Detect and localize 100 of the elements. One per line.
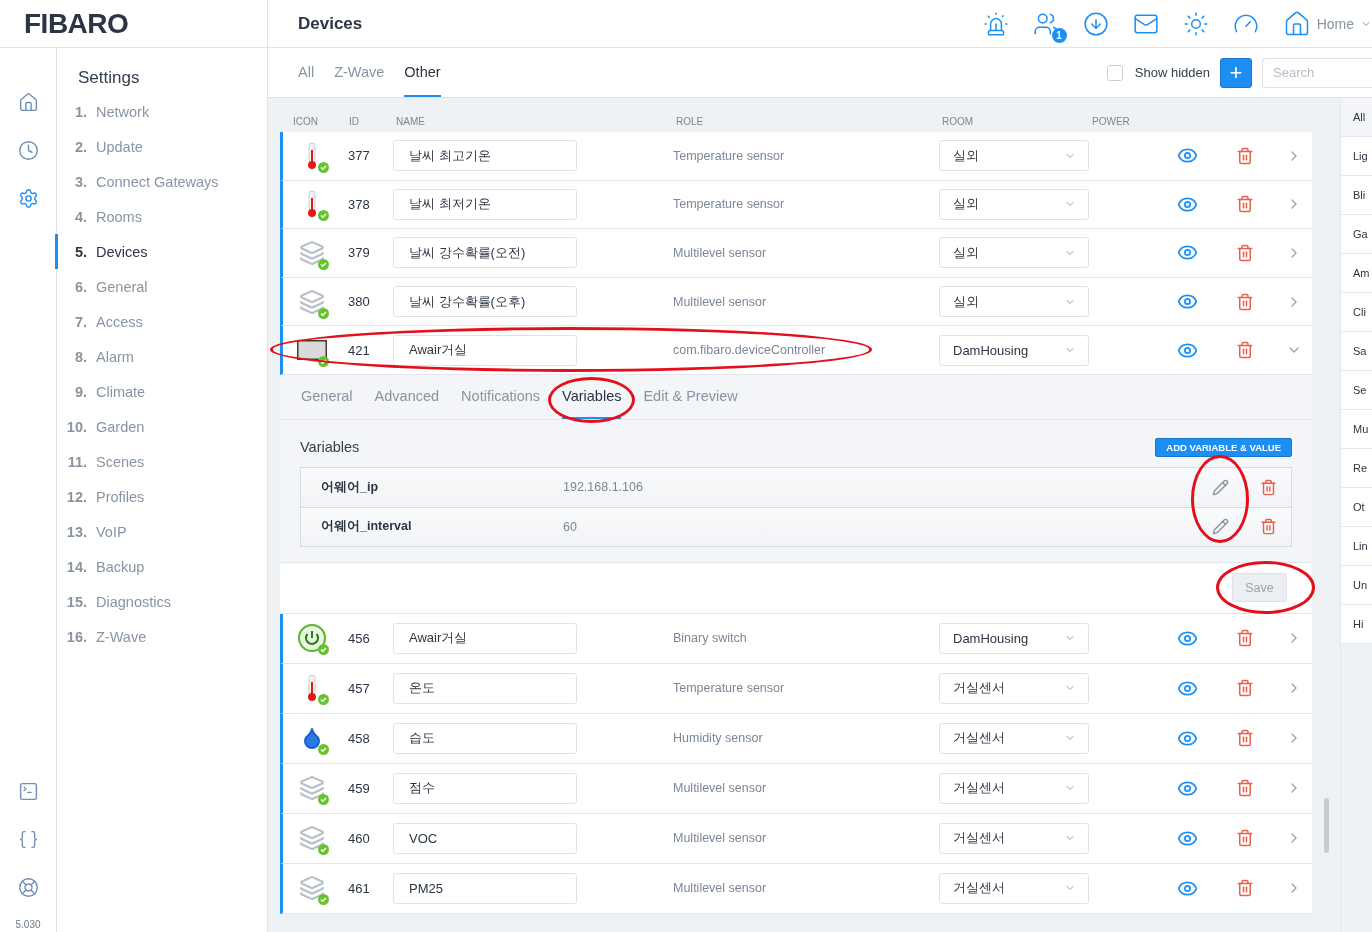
variable-value: 60 [563, 519, 578, 534]
show-hidden-checkbox[interactable] [1106, 64, 1123, 81]
name-field[interactable]: 날씨 최저기온 [393, 188, 577, 220]
layers-icon [298, 875, 325, 902]
category-item[interactable]: Re [1341, 449, 1372, 488]
delete-button[interactable] [1236, 292, 1254, 311]
room-dropdown[interactable]: 실외 [939, 140, 1089, 172]
name-field[interactable]: 점수 [393, 772, 577, 804]
category-item[interactable]: Ga [1341, 215, 1372, 254]
delete-button[interactable] [1236, 679, 1254, 698]
device-id: 380 [347, 294, 371, 310]
power-icon [297, 624, 326, 653]
check-badge-icon [317, 644, 329, 656]
layers-icon [298, 775, 325, 802]
category-item[interactable]: Se [1341, 371, 1372, 410]
category-item[interactable]: Mu [1341, 410, 1372, 449]
version-label: 5.030 [15, 919, 41, 930]
sun-icon[interactable] [1182, 10, 1209, 37]
room-dropdown[interactable]: 거실센서 [939, 722, 1089, 754]
detail-tab[interactable]: Variables [562, 374, 622, 419]
category-item[interactable]: All [1341, 98, 1372, 137]
variable-name: 어웨어_ip [321, 478, 380, 496]
category-item[interactable]: Sa [1341, 332, 1372, 371]
room-dropdown[interactable]: 거실센서 [939, 822, 1089, 854]
name-field[interactable]: 날씨 강수확률(오후) [393, 286, 577, 318]
delete-button[interactable] [1236, 779, 1254, 798]
device-role: Multilevel sensor [673, 246, 768, 260]
controller-icon [296, 340, 327, 361]
device-role: Temperature sensor [673, 148, 786, 163]
delete-button[interactable] [1236, 629, 1254, 648]
check-badge-icon [317, 161, 329, 173]
download-icon[interactable] [1082, 10, 1109, 37]
column-header: POWER [1091, 116, 1131, 127]
room-dropdown[interactable]: 실외 [939, 188, 1089, 220]
column-header: ROOM [941, 116, 975, 127]
check-badge-icon [317, 356, 329, 368]
delete-button[interactable] [1259, 518, 1277, 536]
menu-title: Settings [77, 68, 141, 88]
name-field[interactable]: 날씨 최고기온 [393, 140, 577, 172]
name-field[interactable]: VOC [393, 822, 577, 854]
name-field[interactable]: 날씨 강수확률(오전) [393, 237, 577, 269]
delete-button[interactable] [1259, 478, 1277, 496]
column-header: ROLE [675, 116, 705, 127]
delete-button[interactable] [1236, 879, 1254, 898]
category-item[interactable]: Ot [1341, 488, 1372, 527]
category-item[interactable]: Lig [1341, 137, 1372, 176]
room-dropdown[interactable]: DamHousing [939, 334, 1089, 366]
logo: FIBARO [24, 7, 129, 40]
name-field[interactable]: PM25 [393, 872, 577, 904]
name-field[interactable]: 온도 [393, 672, 577, 704]
room-dropdown[interactable]: 거실센서 [939, 672, 1089, 704]
thermometer-icon [305, 674, 318, 703]
device-role: com.fibaro.deviceController [673, 343, 827, 358]
check-badge-icon [317, 694, 329, 706]
delete-button[interactable] [1236, 829, 1254, 848]
category-item[interactable]: Am [1341, 254, 1372, 293]
check-badge-icon [317, 259, 329, 270]
device-role: Multilevel sensor [673, 831, 768, 846]
variable-name: 어웨어_interval [321, 518, 413, 536]
room-dropdown[interactable]: DamHousing [939, 622, 1089, 654]
delete-button[interactable] [1236, 195, 1254, 214]
room-dropdown[interactable]: 실외 [939, 286, 1089, 318]
category-item[interactable]: Lin [1341, 527, 1372, 566]
name-field[interactable]: Awair거실 [393, 334, 577, 366]
device-id: 461 [347, 880, 371, 896]
delete-button[interactable] [1236, 341, 1254, 360]
category-item[interactable]: Bli [1341, 176, 1372, 215]
scrollbar-thumb[interactable] [1323, 798, 1329, 853]
thermometer-icon [305, 141, 318, 170]
device-role: Binary switch [673, 631, 748, 646]
device-role: Multilevel sensor [673, 781, 768, 796]
check-badge-icon [317, 210, 329, 222]
name-field[interactable]: 습도 [393, 722, 577, 754]
device-id: 457 [347, 680, 371, 696]
category-item[interactable]: Un [1341, 566, 1372, 605]
delete-button[interactable] [1236, 146, 1254, 165]
delete-button[interactable] [1236, 244, 1254, 262]
delete-button[interactable] [1236, 729, 1254, 748]
check-badge-icon [317, 844, 329, 856]
room-dropdown[interactable]: 실외 [939, 237, 1089, 269]
name-field[interactable]: Awair거실 [393, 622, 577, 654]
category-item[interactable]: Hi [1341, 605, 1372, 644]
device-id: 377 [347, 148, 371, 164]
layers-icon [298, 825, 325, 852]
siren-icon[interactable] [982, 10, 1009, 37]
check-badge-icon [317, 744, 329, 756]
column-header: NAME [395, 116, 426, 127]
layers-icon [298, 288, 325, 315]
device-role: Multilevel sensor [673, 881, 768, 896]
variable-value: 192.168.1.106 [563, 480, 644, 495]
device-id: 460 [347, 830, 371, 846]
check-badge-icon [317, 794, 329, 806]
device-id: 421 [347, 342, 371, 358]
count-badge: 1 [1051, 27, 1067, 43]
room-dropdown[interactable]: 거실센서 [939, 772, 1089, 804]
room-dropdown[interactable]: 거실센서 [939, 872, 1089, 904]
search-field[interactable]: Search [1262, 57, 1372, 88]
edit-button[interactable] [1211, 478, 1229, 496]
edit-button[interactable] [1211, 518, 1229, 536]
category-item[interactable]: Cli [1341, 293, 1372, 332]
